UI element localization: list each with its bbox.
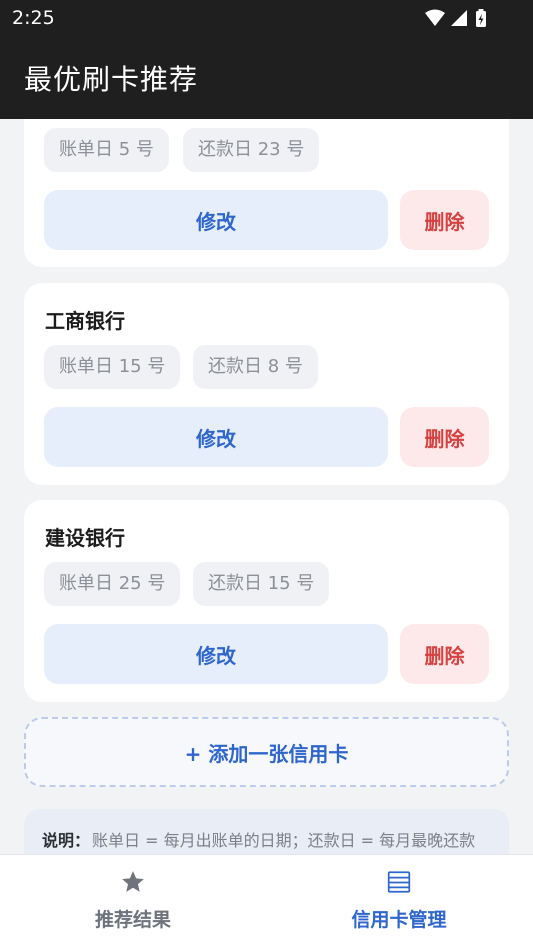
credit-card-item: 账单日 5 号 还款日 23 号 修改 删除 [24,119,509,267]
page-title: 最优刷卡推荐 [24,63,199,96]
bill-day-chip: 账单日 15 号 [44,345,181,389]
delete-button[interactable]: 删除 [400,190,489,250]
note-text: 账单日 = 每月出账单的日期；还款日 = 每月最晚还款 [92,831,476,850]
add-card-button[interactable]: + 添加一张信用卡 [24,717,509,787]
battery-icon [476,9,486,27]
status-icons [425,9,486,27]
delete-button[interactable]: 删除 [400,407,489,467]
status-time: 2:25 [12,7,55,29]
edit-button[interactable]: 修改 [44,190,388,250]
bill-day-chip: 账单日 25 号 [44,562,181,606]
wifi-icon [425,9,445,26]
status-bar: 2:25 [0,0,533,36]
due-day-chip: 还款日 8 号 [193,345,318,389]
signal-icon [451,10,467,26]
bank-name: 工商银行 [45,309,125,333]
due-day-chip: 还款日 15 号 [193,562,330,606]
edit-button[interactable]: 修改 [44,407,388,467]
credit-card-item: 建设银行 账单日 25 号 还款日 15 号 修改 删除 [24,500,509,702]
card-list[interactable]: 账单日 5 号 还款日 23 号 修改 删除 工商银行 账单日 15 号 还款日… [0,119,533,854]
tab-recommendations[interactable]: 推荐结果 [0,855,266,948]
list-icon [387,871,411,893]
edit-button[interactable]: 修改 [44,624,388,684]
due-day-chip: 还款日 23 号 [183,128,320,172]
delete-button[interactable]: 删除 [400,624,489,684]
app-bar: 最优刷卡推荐 [0,36,533,119]
bottom-nav: 推荐结果 信用卡管理 [0,854,533,948]
tab-card-management[interactable]: 信用卡管理 [266,855,532,948]
note-label: 说明： [42,831,91,850]
star-icon [122,871,144,892]
tab-label: 信用卡管理 [351,909,447,931]
info-note: 说明： 账单日 = 每月出账单的日期；还款日 = 每月最晚还款 [24,809,509,854]
bill-day-chip: 账单日 5 号 [44,128,169,172]
tab-label: 推荐结果 [94,909,171,931]
credit-card-item: 工商银行 账单日 15 号 还款日 8 号 修改 删除 [24,283,509,485]
bank-name: 建设银行 [45,526,125,550]
